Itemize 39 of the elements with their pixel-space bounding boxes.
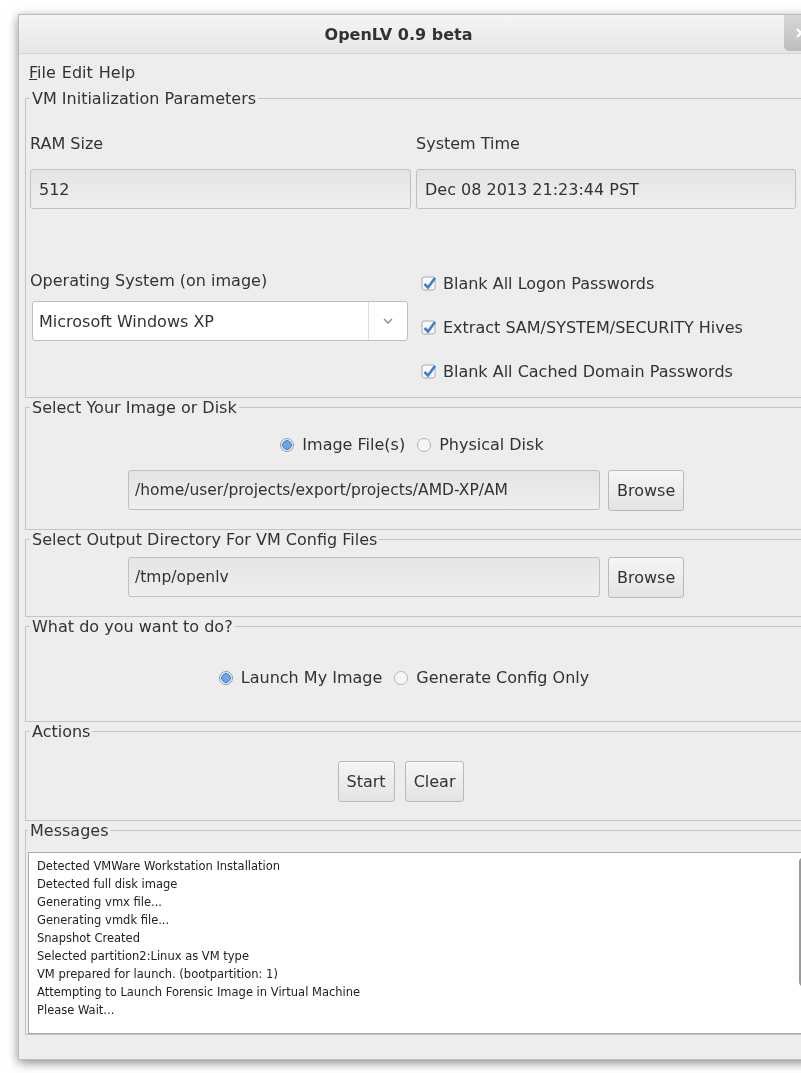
log-line: Snapshot Created [37, 930, 141, 947]
section-legend: VM Initialization Parameters [30, 89, 259, 108]
radio-option[interactable]: Generate Config Only [394, 668, 590, 687]
caret-icon [383, 318, 393, 324]
radio-option[interactable]: Physical Disk [417, 435, 544, 454]
section-legend: Messages [28, 821, 111, 840]
log-line: VM prepared for launch. (bootpartition: 1) [37, 966, 279, 983]
log-line: Selected partition2:Linux as VM type [37, 948, 250, 965]
output-path-field[interactable]: /tmp/openlv [128, 557, 600, 597]
ram-size-field[interactable]: 512 [30, 169, 411, 209]
menu-item[interactable]: Help [98, 63, 136, 89]
field-label: Operating System (on image) [30, 271, 269, 290]
log-line: Generating vmx file... [37, 894, 164, 911]
radio-option[interactable]: Image File(s) [280, 435, 406, 454]
option-checkbox[interactable]: Blank All Logon Passwords [421, 271, 743, 295]
log-line: Generating vmdk file... [37, 912, 171, 929]
system-time-field[interactable]: Dec 08 2013 21:23:44 PST [416, 169, 796, 209]
window-title: OpenLV 0.9 beta [324, 24, 473, 44]
log-line: Please Wait... [37, 1002, 116, 1019]
browse-button[interactable]: Browse [608, 557, 685, 598]
radio-option[interactable]: Launch My Image [218, 668, 383, 687]
menu-item[interactable]: File [29, 63, 56, 89]
browse-button[interactable]: Browse [608, 470, 685, 511]
field-label: RAM Size [30, 134, 105, 153]
image-path-field[interactable]: /home/user/projects/export/projects/AMD-XP/AM [128, 470, 600, 510]
os-dropdown[interactable]: Microsoft Windows XP [32, 301, 408, 341]
option-checkbox[interactable]: Extract SAM/SYSTEM/SECURITY Hives [421, 315, 743, 339]
section-legend: Select Output Directory For VM Config Files [30, 530, 380, 549]
menu-item[interactable]: Edit [61, 63, 93, 89]
section-legend: Actions [30, 722, 93, 741]
action-button[interactable]: Clear [404, 761, 465, 802]
log-line: Detected full disk image [37, 876, 179, 893]
log-line: Attempting to Launch Forensic Image in Virtual Machine [37, 984, 362, 1001]
field-label: System Time [416, 134, 521, 153]
section-legend: What do you want to do? [30, 617, 235, 636]
option-checkbox[interactable]: Blank All Cached Domain Passwords [421, 359, 743, 383]
log-line: Detected VMWare Workstation Installation [37, 858, 282, 875]
section-legend: Select Your Image or Disk [30, 398, 239, 417]
action-button[interactable]: Start [337, 761, 395, 802]
